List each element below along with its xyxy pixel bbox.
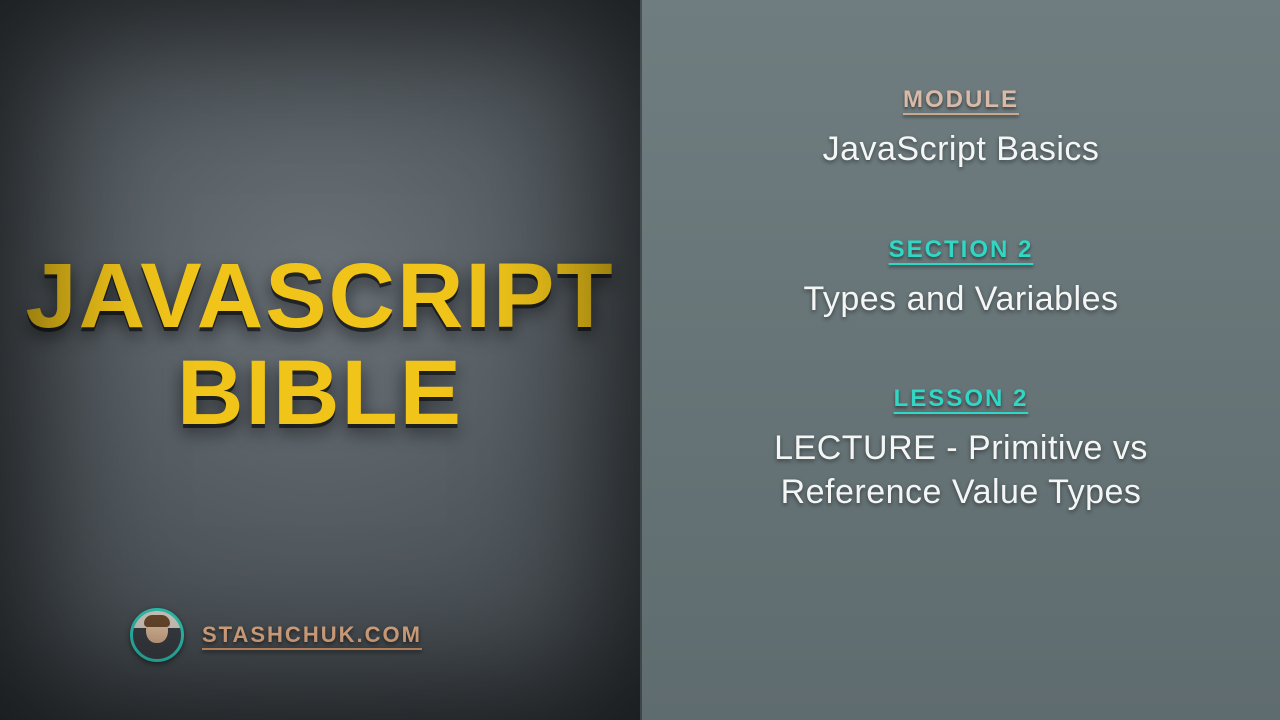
site-link[interactable]: STASHCHUK.COM [202,622,422,648]
section-value: Types and Variables [803,278,1118,322]
course-title-line2: BIBLE [25,345,614,442]
module-block: MODULE JavaScript Basics [823,86,1100,172]
brand-row: STASHCHUK.COM [130,608,422,662]
section-label: SECTION 2 [889,236,1034,264]
lesson-block: LESSON 2 LECTURE - Primitive vs Referenc… [701,385,1221,514]
slide: JAVASCRIPT BIBLE STASHCHUK.COM MODULE Ja… [0,0,1280,720]
avatar [130,608,184,662]
course-title-line1: JAVASCRIPT [25,248,614,345]
course-title: JAVASCRIPT BIBLE [25,248,614,441]
left-panel: JAVASCRIPT BIBLE STASHCHUK.COM [0,0,640,720]
module-value: JavaScript Basics [823,128,1100,172]
module-label: MODULE [903,86,1019,114]
lesson-value: LECTURE - Primitive vs Reference Value T… [701,427,1221,514]
site-link-text: STASHCHUK.COM [202,622,422,647]
right-panel: MODULE JavaScript Basics SECTION 2 Types… [640,0,1280,720]
section-block: SECTION 2 Types and Variables [803,236,1118,322]
lesson-label: LESSON 2 [894,385,1029,413]
